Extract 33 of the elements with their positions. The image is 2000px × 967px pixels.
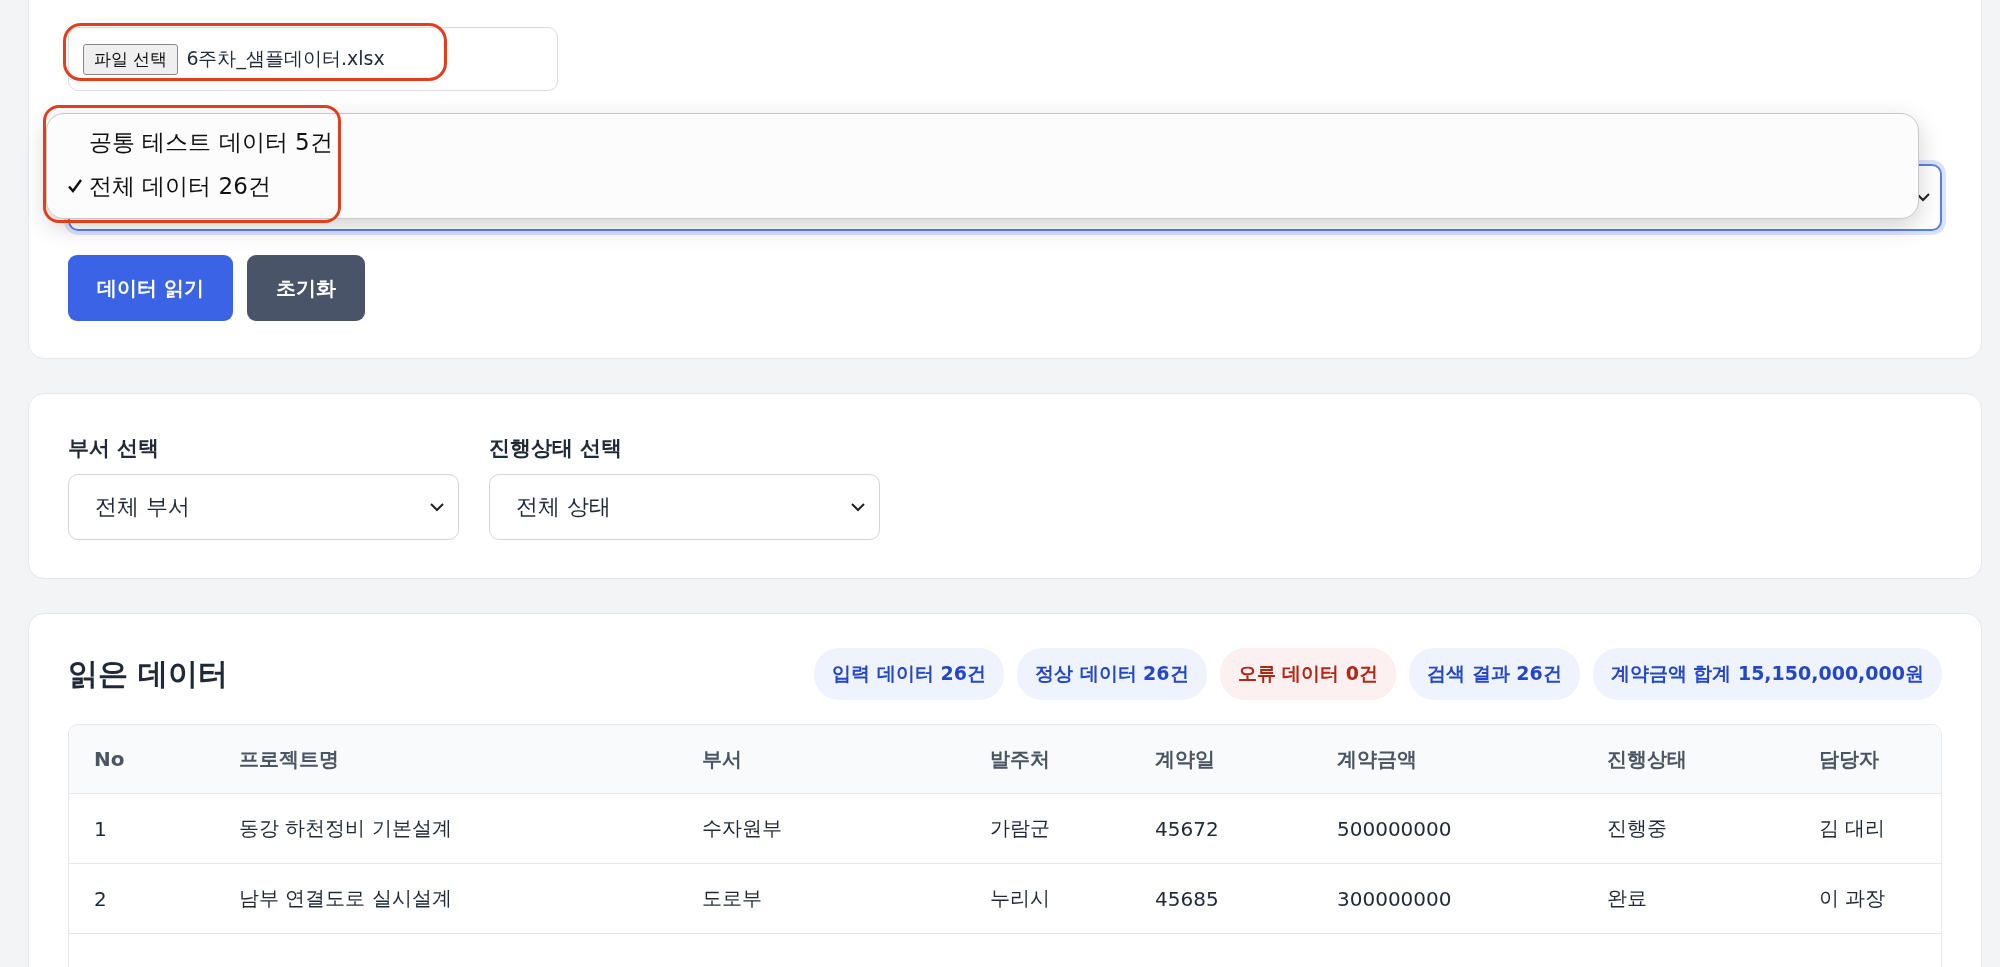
column-header: 계약일 [1154,745,1216,773]
column-header: No [93,747,126,771]
column-header: 진행상태 [1606,745,1688,773]
table-cell-text: 완료 [1606,885,1648,912]
table-cell-text: 2 [93,886,108,911]
table-cell-text: 동강 하천정비 기본설계 [238,815,453,842]
table-cell-text: 수자원부 [701,815,783,842]
filter-label: 진행상태 선택 [489,435,624,462]
stat-badge: 오류 데이터 0건 [1219,648,1396,700]
stat-badge: 계약금액 합계 15,150,000,000원 [1592,648,1942,700]
stat-badge: 입력 데이터 26건 [814,648,1004,700]
table-cell-text: 도로부 [701,885,763,912]
table-cell-text: 김 대리 [1818,815,1887,842]
table-cell-text: 누리시 [989,885,1051,912]
table-cell-text: 남부 연결도로 실시설계 [238,885,453,912]
column-header: 부서 [701,745,743,773]
table-cell-text: 500000000 [1336,816,1453,841]
column-header: 프로젝트명 [238,745,340,773]
table-cell-text: 45685 [1154,886,1220,911]
stat-badge: 정상 데이터 26건 [1016,648,1207,700]
table-cell-text: 이 과장 [1818,885,1887,912]
column-header: 담당자 [1818,745,1880,773]
column-header: 발주처 [989,745,1051,773]
file-name: 6주차_샘플데이터.xlsx [186,46,385,72]
table-cell-text: 45672 [1154,816,1220,841]
table-cell-text: 300000000 [1336,886,1453,911]
section-title: 읽은 데이터 [68,654,229,693]
stat-badge: 검색 결과 26건 [1409,648,1580,700]
table-cell-text: 진행중 [1606,815,1668,842]
table-cell-text: 1 [93,816,108,841]
column-header: 계약금액 [1336,745,1418,773]
table-cell-text: 가람군 [989,815,1051,842]
filter-label: 부서 선택 [68,435,161,462]
